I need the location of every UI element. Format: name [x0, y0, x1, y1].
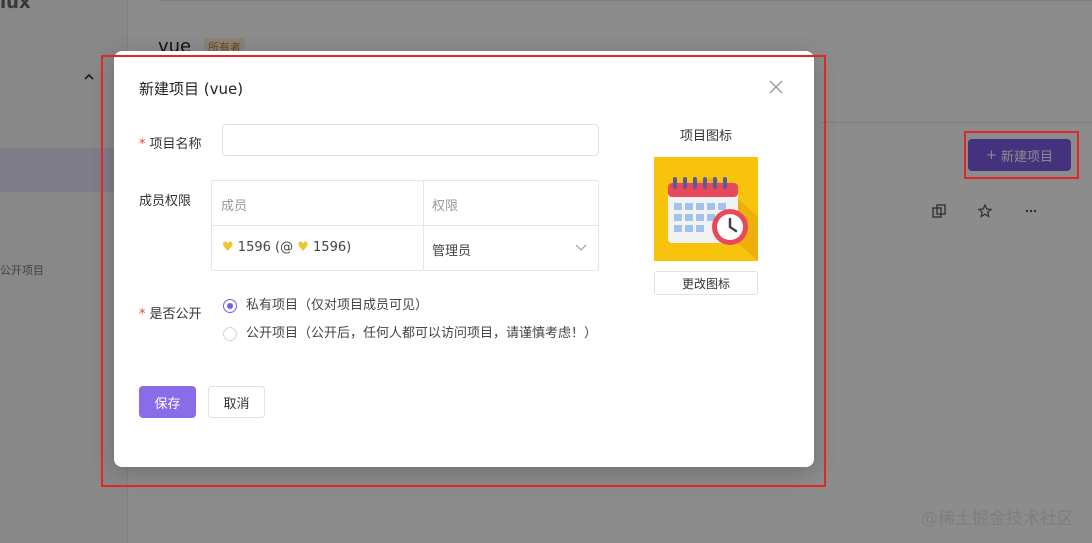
calendar-icon [654, 157, 758, 261]
save-button[interactable]: 保存 [139, 386, 196, 418]
column-header-permission: 权限 [432, 199, 459, 214]
public-radio[interactable] [223, 327, 237, 341]
new-project-dialog: 新建项目 (vue) * 项目名称 成员权限 成员 权限 ♥ 1596 (@ ♥ … [114, 51, 814, 467]
project-name-input[interactable] [222, 124, 599, 156]
visibility-label: * 是否公开 [139, 307, 202, 322]
dialog-title: 新建项目 (vue) [139, 80, 244, 98]
private-option-label[interactable]: 私有项目（仅对项目成员可见） [246, 296, 506, 315]
project-icon-label: 项目图标 [679, 129, 732, 144]
private-radio[interactable] [223, 299, 237, 313]
heart-icon: ♥ [297, 240, 309, 255]
cancel-button[interactable]: 取消 [208, 386, 265, 418]
divider [212, 225, 598, 226]
member-permissions-label: 成员权限 [139, 194, 192, 209]
permission-select[interactable]: 管理员 [432, 240, 471, 259]
change-icon-button[interactable]: 更改图标 [654, 271, 758, 295]
required-asterisk: * [139, 307, 146, 322]
required-asterisk: * [139, 137, 146, 152]
member-permissions-table: 成员 权限 ♥ 1596 (@ ♥ 1596) 管理员 [211, 180, 599, 271]
close-icon[interactable] [766, 77, 786, 97]
project-name-label: * 项目名称 [139, 137, 202, 152]
heart-icon: ♥ [222, 240, 234, 255]
member-cell: ♥ 1596 (@ ♥ 1596) [222, 240, 352, 255]
column-header-member: 成员 [221, 199, 248, 214]
public-option-label[interactable]: 公开项目（公开后，任何人都可以访问项目，请谨慎考虑！） [246, 324, 597, 343]
chevron-down-icon[interactable] [574, 239, 588, 253]
